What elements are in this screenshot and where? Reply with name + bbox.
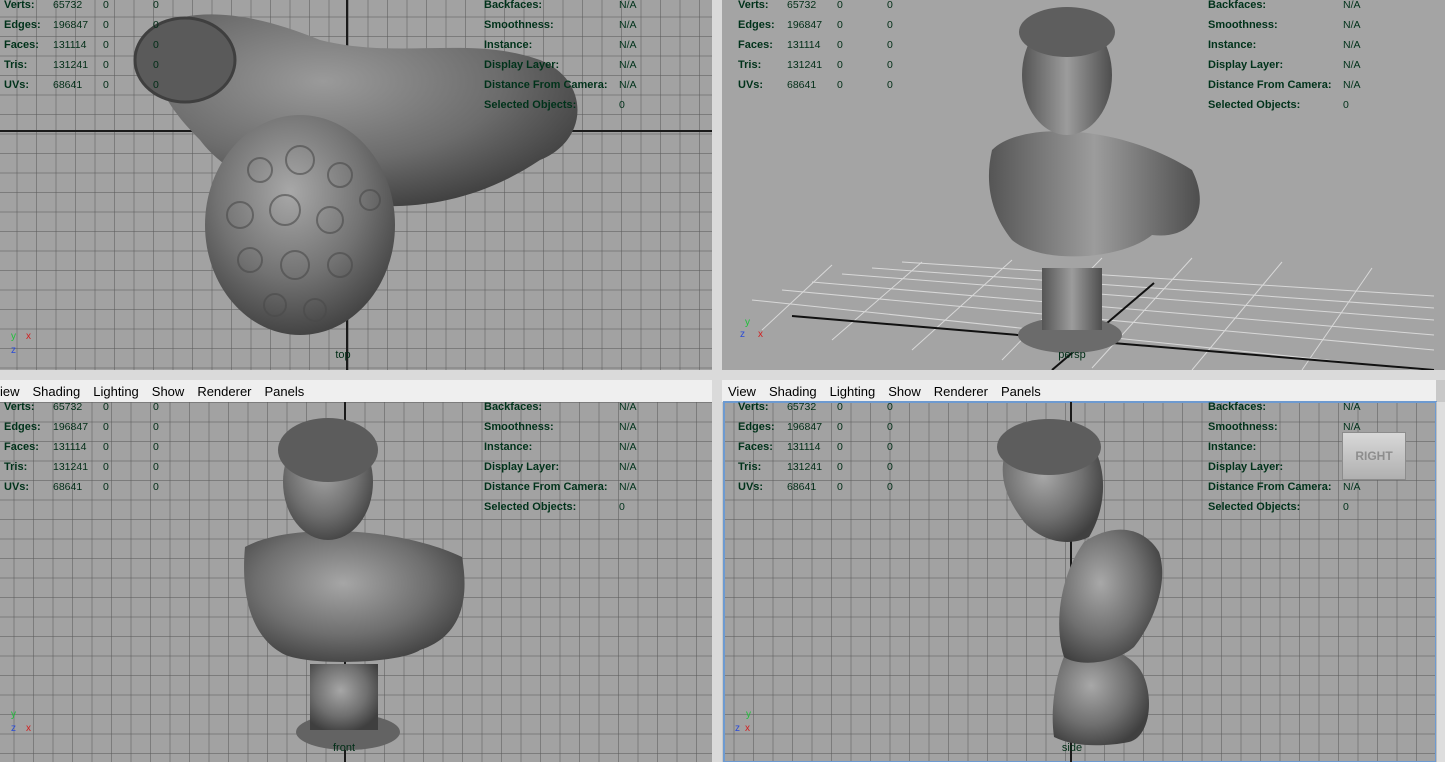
menu-view[interactable]: iew: [0, 384, 20, 399]
viewport-side[interactable]: Verts: 65732 0 0 Edges: 196847 0 0 Faces: 13111…: [723, 401, 1437, 762]
viewport-front[interactable]: Verts: 65732 0 0 Edges: 196847 0 0 Faces: 13111…: [0, 402, 712, 762]
camera-label-side: side: [1061, 742, 1083, 754]
axis-gizmo: y z x: [11, 709, 31, 734]
axis-gizmo: y z x: [735, 709, 751, 734]
bust-model-front[interactable]: [0, 402, 712, 762]
menu-panels[interactable]: Panels: [265, 384, 305, 399]
bust-model-side[interactable]: [724, 402, 1436, 762]
bust-model-top[interactable]: [0, 0, 712, 370]
panel-divider-horizontal[interactable]: [0, 370, 1445, 380]
menu-view[interactable]: View: [728, 384, 756, 399]
viewport-top[interactable]: Verts: 65732 0 0 Edges: 196847 0 0 Faces: 13111…: [0, 0, 712, 370]
camera-label-persp: persp: [1058, 349, 1086, 361]
menu-show[interactable]: Show: [888, 384, 921, 399]
menu-renderer[interactable]: Renderer: [197, 384, 251, 399]
menu-shading[interactable]: Shading: [769, 384, 817, 399]
persp-grid: [751, 7, 1435, 370]
persp-edge: [1436, 0, 1445, 370]
panel-menubar-front: iew Shading Lighting Show Renderer Panel…: [0, 380, 712, 402]
axis-gizmo: y x z: [11, 331, 31, 356]
camera-label-front: front: [332, 742, 356, 754]
panel-menubar-side: View Shading Lighting Show Renderer Pane…: [722, 380, 1436, 402]
vertical-scrollbar[interactable]: [1436, 402, 1445, 762]
menu-renderer[interactable]: Renderer: [934, 384, 988, 399]
viewport-persp[interactable]: Verts: 65732 0 0 Edges: 196847 0 0 Faces: 13111…: [722, 0, 1445, 370]
menu-show[interactable]: Show: [152, 384, 185, 399]
axis-gizmo: y z x: [740, 317, 763, 340]
panel-divider[interactable]: [712, 0, 722, 376]
menu-shading[interactable]: Shading: [33, 384, 81, 399]
panel-divider[interactable]: [712, 376, 722, 762]
menu-panels[interactable]: Panels: [1001, 384, 1041, 399]
view-cube[interactable]: RIGHT: [1342, 432, 1406, 480]
menu-lighting[interactable]: Lighting: [93, 384, 139, 399]
menu-lighting[interactable]: Lighting: [830, 384, 876, 399]
camera-label-top: top: [335, 349, 351, 361]
